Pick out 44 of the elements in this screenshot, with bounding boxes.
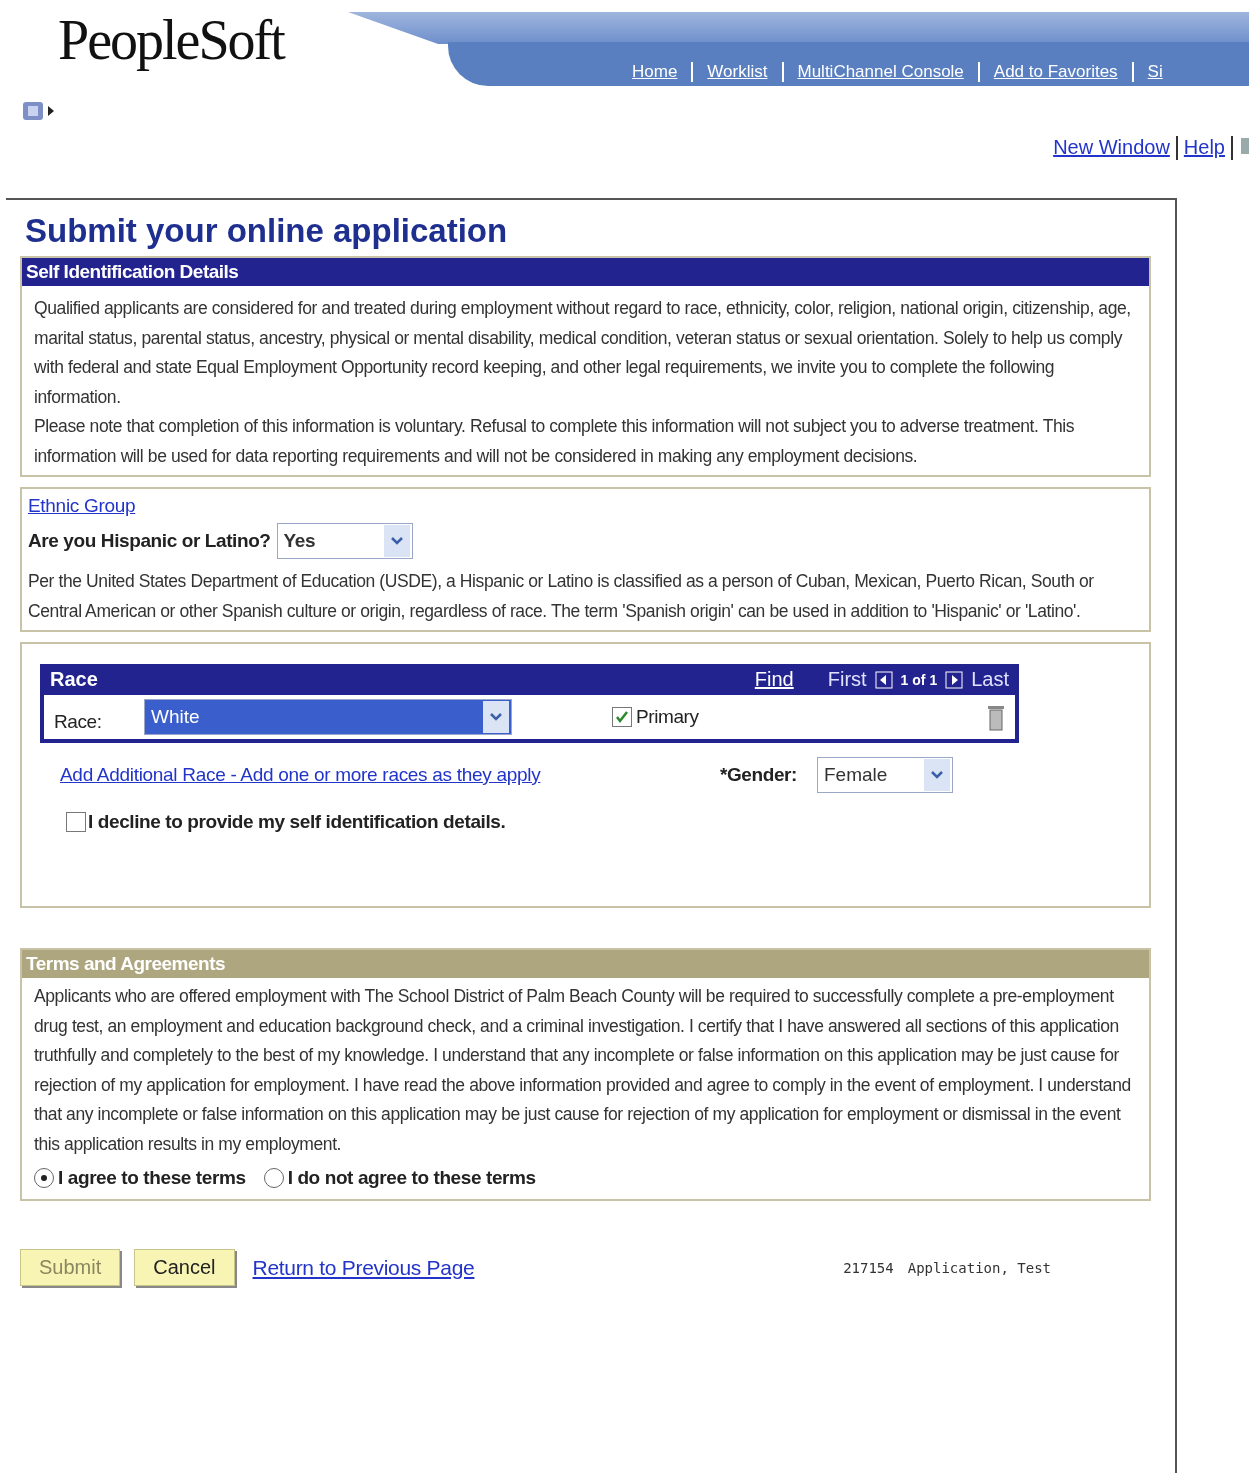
radio-button[interactable]: [34, 1168, 54, 1188]
nav-link[interactable]: Si: [1131, 62, 1177, 82]
first-label: First: [827, 668, 867, 691]
paragraph: Applicants who are offered employment with The School District of Palm Beach County will be required to successfully complete a pre-employment drug test, an employment and education background check, and a criminal investigation. I certify that I have answered all sections of this application truthfully and completely to the best of my knowledge. I understand that any incomplete or false information on this application may be just cause for rejection of my application for employment. I have read the above information provided and agree to comply in the event of employment. I understand that any incomplete or false information on this application may be just cause for rejection of my application for employment or dismissal in the event this application results in my employment.: [34, 985, 1132, 1156]
hispanic-select[interactable]: Yes: [276, 523, 413, 559]
header-link[interactable]: Help: [1183, 136, 1225, 176]
section-header: Self Identification Details: [22, 258, 1149, 286]
nav-link[interactable]: Add to Favorites: [977, 62, 1132, 82]
nav-link[interactable]: Worklist: [691, 62, 782, 82]
applicant-name: Application, Test: [907, 1259, 1051, 1276]
field-label: Race:: [54, 711, 103, 733]
add-race-link[interactable]: Add Additional Race - Add one or more races as they apply: [60, 764, 720, 786]
last-label: Last: [971, 668, 1009, 691]
gender-select[interactable]: Female: [817, 757, 953, 793]
race-select[interactable]: White: [144, 699, 512, 735]
menu-toggle-icon[interactable]: [22, 100, 56, 122]
return-link[interactable]: Return to Previous Page: [252, 1255, 830, 1280]
checkbox-label: Primary: [636, 706, 699, 728]
field-label: Are you Hispanic or Latino?: [28, 530, 271, 552]
previous-icon[interactable]: [874, 670, 893, 689]
row-count: 1 of 1: [900, 671, 938, 688]
radio-label: I do not agree to these terms: [287, 1167, 536, 1189]
applicant-id: 217154: [843, 1259, 894, 1276]
peoplesoft-logo: PeopleSoft: [57, 8, 286, 73]
nav-link[interactable]: MultiChannel Console: [781, 62, 978, 82]
paragraph: Please note that completion of this information is voluntary. Refusal to complete this information will not subject you to adverse treatment. This information will be used for data reporting requirements and will not be considered in making any employment decisions.: [34, 415, 1076, 468]
trash-icon[interactable]: [987, 703, 1005, 731]
checkbox-label: I decline to provide my self identification details.: [88, 811, 506, 833]
nav-link[interactable]: Home: [618, 62, 692, 82]
primary-checkbox[interactable]: [612, 707, 632, 727]
next-icon[interactable]: [945, 670, 964, 689]
field-label: *Gender:: [719, 764, 797, 786]
find-link[interactable]: Find: [754, 668, 794, 691]
page-title: Submit your online application: [25, 212, 509, 250]
section-header: Race: [50, 668, 99, 691]
decline-checkbox[interactable]: [66, 812, 86, 832]
paragraph: Per the United States Department of Education (USDE), a Hispanic or Latino is classified as a person of Cuban, Mexican, Puerto Rican, South or Central American or other Spanish culture or origin, regardless of race. The term 'Spanish origin' can be used in addition to 'Hispanic' or 'Latino'.: [28, 570, 1095, 623]
radio-label: I agree to these terms: [58, 1167, 246, 1189]
radio-button[interactable]: [263, 1168, 284, 1188]
paragraph: Qualified applicants are considered for and treated during employment without regard to race, ethnicity, color, religion, national origin, citizenship, age, marital status, parental status, ancestry, physical or mental disability, medical condition, veteran status or sexual orientation. Solely to help us comply with federal and state Equal Employment Opportunity record keeping, and other legal requirements, we invite you to complete the following information.: [34, 297, 1132, 409]
section-header: Terms and Agreements: [22, 950, 1149, 978]
ethnic-group-link[interactable]: Ethnic Group: [28, 495, 136, 516]
action-button[interactable]: Cancel: [134, 1249, 235, 1286]
header-link[interactable]: New Window: [1053, 136, 1170, 176]
